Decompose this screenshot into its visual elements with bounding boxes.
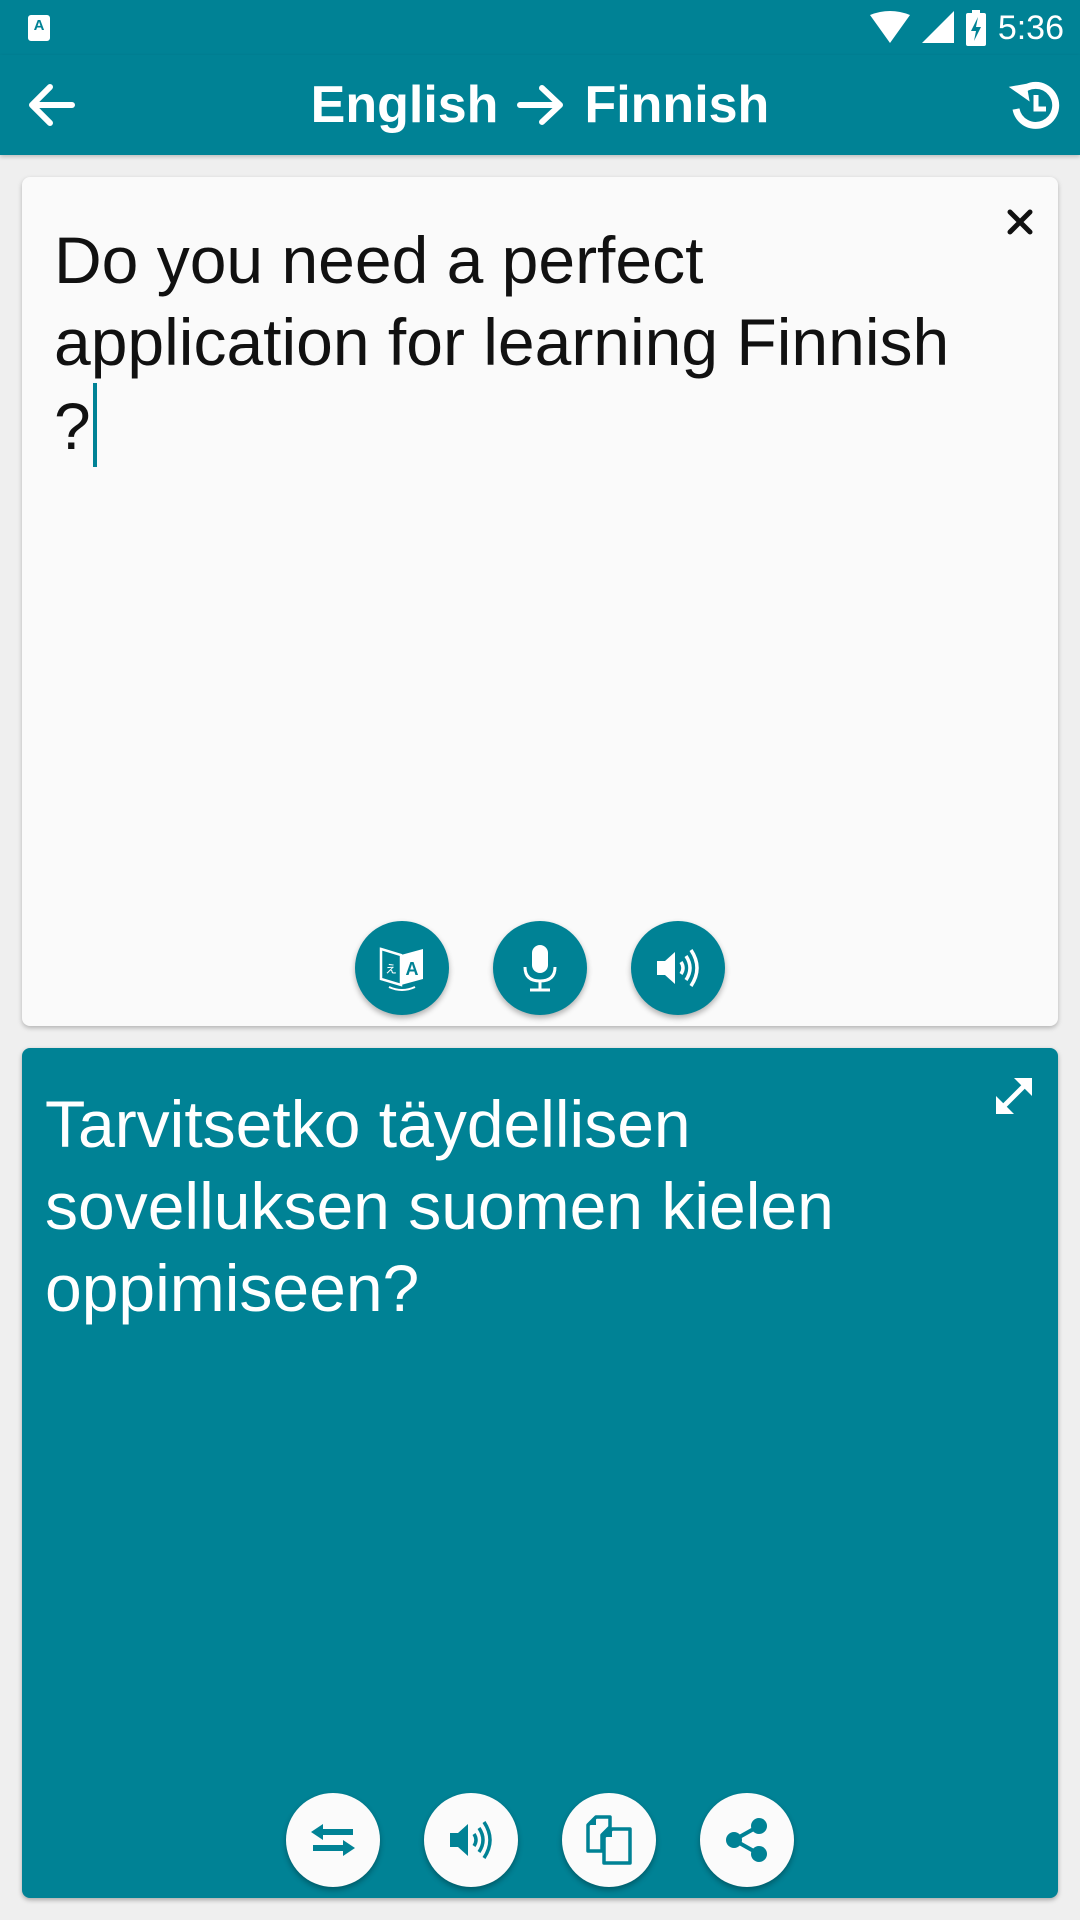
source-text: Do you need a perfect application for le… [54,223,950,463]
copy-button[interactable] [562,1793,656,1887]
source-language[interactable]: English [311,75,499,135]
speaker-icon [450,1821,492,1859]
status-icons: 5:36 [869,8,1064,48]
translate-icon: A ぇ [379,947,423,991]
target-language[interactable]: Finnish [584,75,769,135]
translated-text: Tarvitsetko täydellisen sovelluksen suom… [45,1087,834,1325]
svg-text:A: A [406,959,419,979]
wifi-icon [869,11,910,43]
speaker-icon [657,949,699,987]
output-card: Tarvitsetko täydellisen sovelluksen suom… [22,1048,1058,1898]
share-button[interactable] [700,1793,794,1887]
input-card: Do you need a perfect application for le… [22,177,1058,1026]
share-icon [726,1818,767,1862]
translate-button[interactable]: A ぇ [355,921,449,1015]
microphone-icon [523,945,557,992]
status-bar: A 5:36 [0,0,1080,55]
expand-icon[interactable] [988,1070,1040,1122]
history-icon[interactable] [1006,77,1062,133]
battery-charging-icon [965,10,986,46]
source-text-input[interactable]: Do you need a perfect application for le… [54,219,954,467]
microphone-button[interactable] [493,921,587,1015]
text-cursor [92,383,97,467]
translate-notification-icon: A [28,15,50,41]
arrow-right-icon [517,85,564,125]
speak-output-button[interactable] [424,1793,518,1887]
clock: 5:36 [997,8,1064,47]
swap-icon [311,1824,355,1856]
speak-input-button[interactable] [631,921,725,1015]
copy-icon [586,1815,632,1865]
close-icon[interactable] [1000,202,1040,242]
cell-signal-icon [921,11,954,43]
svg-text:ぇ: ぇ [384,961,398,977]
language-pair-title[interactable]: English Finnish [0,55,1080,155]
swap-languages-button[interactable] [286,1793,380,1887]
app-bar: English Finnish [0,55,1080,155]
